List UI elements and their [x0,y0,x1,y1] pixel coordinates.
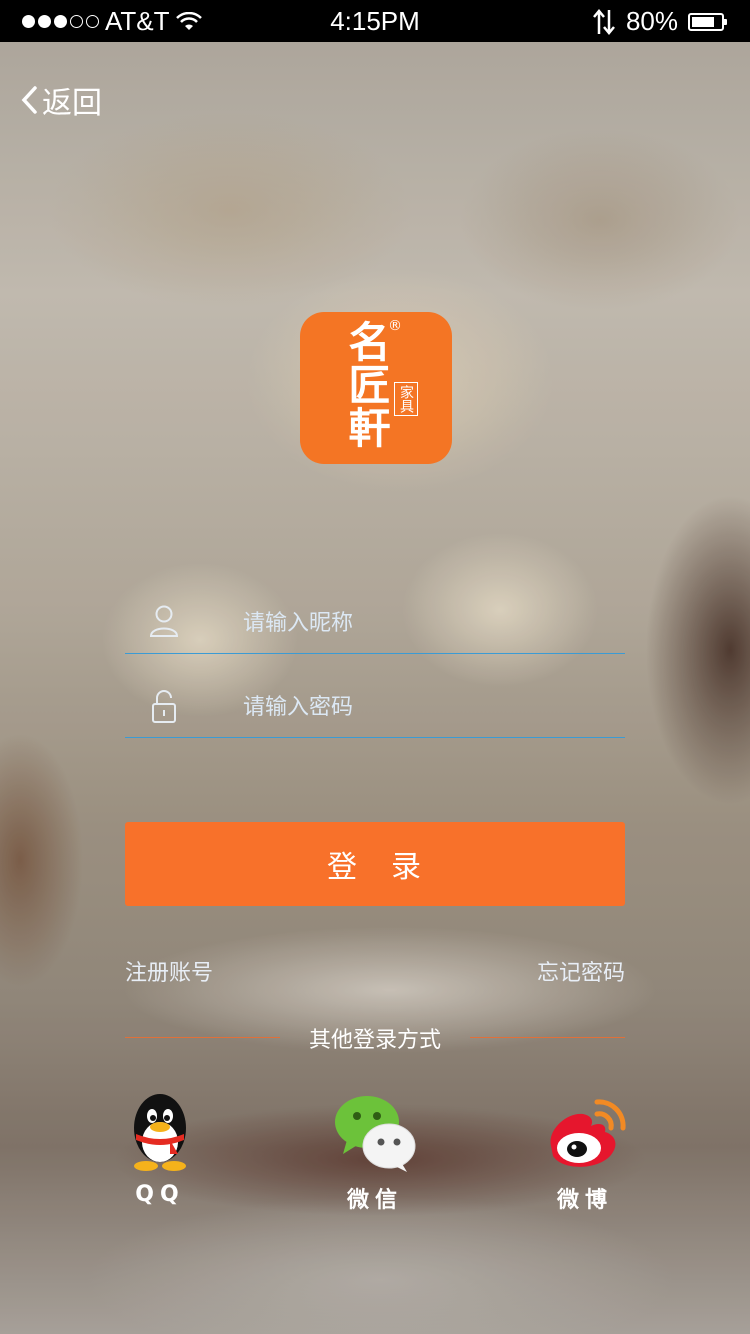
wechat-label: 微信 [346,1188,403,1213]
divider-right [470,1037,625,1038]
wechat-login-button[interactable]: 微信 [315,1092,435,1214]
nickname-input[interactable] [241,600,615,646]
password-field [125,678,625,738]
weibo-label: 微博 [556,1188,613,1213]
register-account-link[interactable]: 注册账号 [125,955,213,987]
weibo-login-button[interactable]: 微博 [525,1092,645,1214]
logo-sub-label: 家具 [394,382,418,416]
app-logo: 名匠軒 家具 ® [300,312,452,464]
password-input[interactable] [241,684,615,730]
forgot-password-link[interactable]: 忘记密码 [537,955,625,987]
weibo-icon [550,1099,626,1167]
status-right: 80% [592,6,727,37]
battery-icon [688,12,727,31]
logo-brand-name: 名匠軒 [342,320,391,449]
back-button[interactable]: 返回 [20,78,102,122]
lock-icon [152,690,176,723]
status-bar: AT&T 4:15PM 80% [0,0,750,42]
data-transfer-icon [592,8,615,35]
back-label: 返回 [42,86,102,121]
qq-login-button[interactable]: QQ [100,1092,220,1207]
qq-penguin-icon [134,1094,186,1171]
chevron-left-icon [21,86,37,114]
qq-label: QQ [135,1182,185,1207]
registered-mark: ® [388,318,402,334]
user-icon [149,605,179,637]
wechat-icon [335,1096,416,1172]
nickname-field [125,594,625,654]
login-button[interactable]: 登 录 [125,822,625,906]
battery-percent: 80% [625,6,678,36]
other-login-title: 其他登录方式 [308,1028,441,1053]
